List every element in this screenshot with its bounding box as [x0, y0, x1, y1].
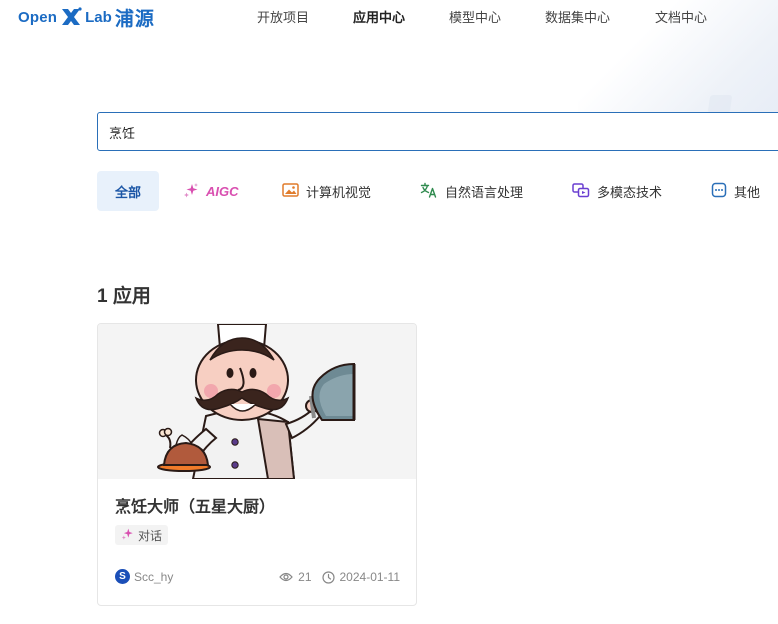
- category-other[interactable]: 其他: [711, 171, 760, 211]
- app-meta: 21 2024-01-11: [279, 570, 400, 584]
- clock-icon: [321, 570, 335, 584]
- nav-dataset-center[interactable]: 数据集中心: [545, 7, 610, 26]
- category-label: 多模态技术: [597, 184, 663, 200]
- app-title[interactable]: 烹饪大师（五星大厨）: [115, 493, 275, 517]
- category-aigc[interactable]: AIGC: [183, 171, 239, 211]
- top-header: Open Lab 浦源 开放项目 应用中心 模型中心 数据集中心 文档中心: [0, 0, 778, 34]
- sparkle-icon: [121, 527, 134, 543]
- view-count: 21: [298, 570, 312, 584]
- multimodal-icon: [572, 182, 590, 201]
- results-count: 1 应用: [97, 281, 151, 308]
- app-cover-image: [98, 324, 416, 479]
- app-tag-label: 对话: [138, 528, 163, 543]
- category-multimodal[interactable]: 多模态技术: [572, 171, 662, 211]
- search-box: [97, 112, 778, 151]
- image-icon: [282, 182, 299, 201]
- app-author[interactable]: S Scc_hy: [115, 569, 173, 584]
- search-input[interactable]: [109, 122, 709, 142]
- category-label: 全部: [114, 184, 141, 200]
- avatar: S: [115, 569, 130, 584]
- publish-date: 2024-01-11: [339, 570, 401, 584]
- results-count-number: 1: [97, 286, 108, 307]
- sparkle-icon: [183, 182, 199, 201]
- category-computer-vision[interactable]: 计算机视觉: [282, 171, 371, 211]
- category-all[interactable]: 全部: [97, 171, 159, 211]
- category-label: AIGC: [206, 183, 239, 199]
- results-count-unit: 应用: [112, 286, 151, 307]
- eye-icon: [279, 571, 293, 583]
- category-label: 其他: [734, 184, 761, 200]
- nav-open-projects[interactable]: 开放项目: [257, 7, 309, 26]
- translate-icon: [420, 182, 438, 201]
- chef-illustration: [157, 324, 356, 479]
- decorative-shape: [707, 95, 733, 113]
- nav-app-center[interactable]: 应用中心: [353, 7, 405, 26]
- main-nav: 开放项目 应用中心 模型中心 数据集中心 文档中心: [0, 7, 778, 25]
- category-label: 自然语言处理: [445, 184, 524, 200]
- nav-docs-center[interactable]: 文档中心: [655, 7, 707, 26]
- category-label: 计算机视觉: [306, 184, 372, 200]
- category-nlp[interactable]: 自然语言处理: [420, 171, 523, 211]
- app-card[interactable]: 烹饪大师（五星大厨） 对话 S Scc_hy 21 2024-01-11: [97, 323, 417, 606]
- more-icon: [711, 182, 727, 201]
- nav-model-center[interactable]: 模型中心: [449, 7, 501, 26]
- app-tag[interactable]: 对话: [115, 525, 169, 545]
- author-name: Scc_hy: [134, 569, 174, 584]
